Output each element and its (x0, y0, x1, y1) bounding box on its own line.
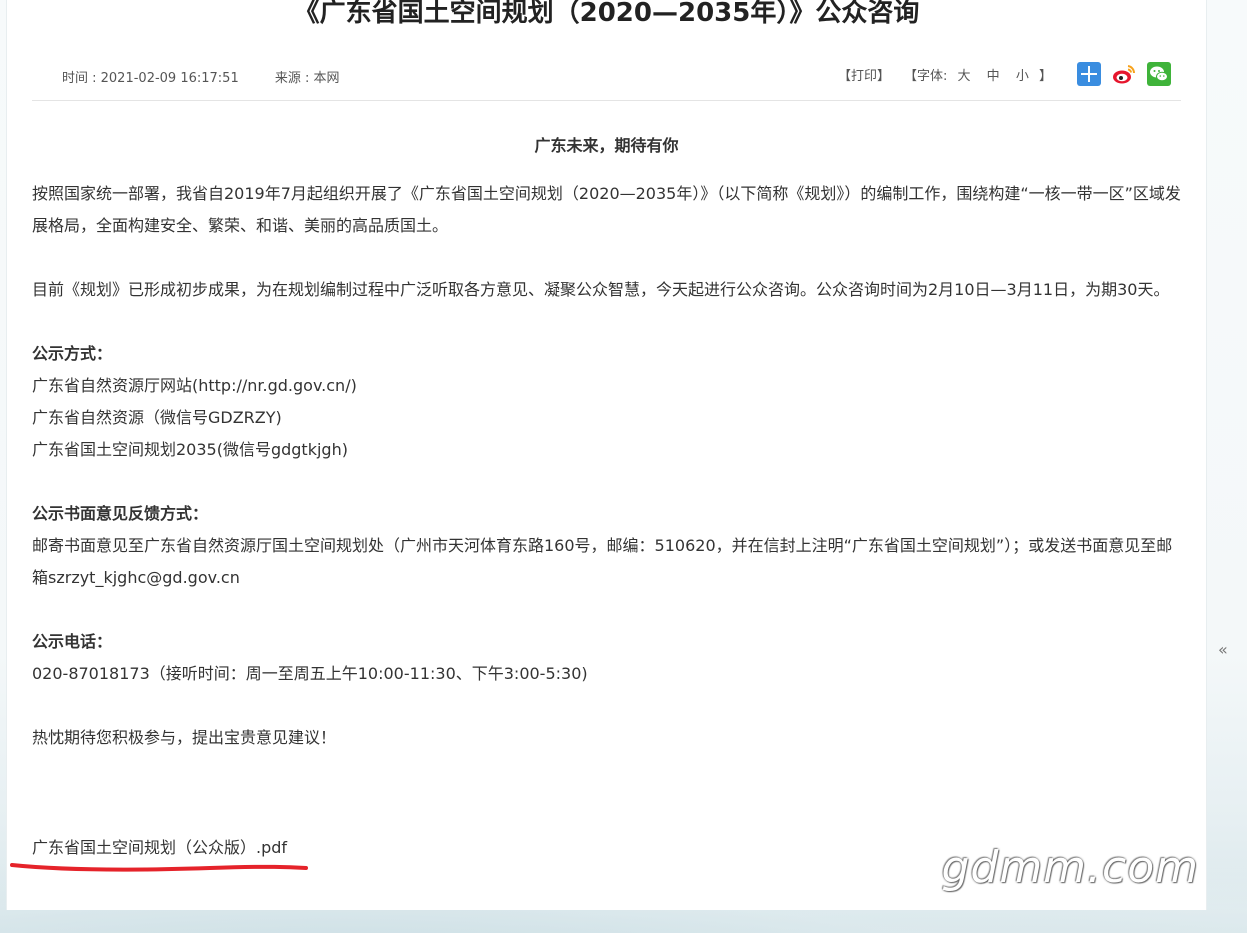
red-underline-annotation (10, 863, 308, 872)
phone-text: 020-87018173（接听时间：周一至周五上午10:00-11:30、下午3… (32, 664, 588, 683)
notice-item: 广东省国土空间规划2035(微信号gdgtkjgh) (32, 440, 348, 459)
font-size-selector: 【字体: 大 中 小 】 (904, 65, 1052, 84)
closing-text: 热忱期待您积极参与，提出宝贵意见建议！ (32, 728, 337, 747)
phone-heading: 公示电话： (32, 632, 113, 651)
share-plus-icon[interactable] (1077, 62, 1101, 86)
article-panel: 《广东省国土空间规划（2020—2035年）》公众咨询 时间 : 2021-02… (6, 0, 1207, 910)
article-meta-info: 时间 : 2021-02-09 16:17:51 来源 : 本网 (62, 67, 372, 86)
feedback-heading: 公示书面意见反馈方式： (32, 504, 209, 523)
article-lead: 广东未来，期待有你 (534, 136, 679, 155)
paragraph-intro: 按照国家统一部署，我省自2019年7月起组织开展了《广东省国土空间规划（2020… (32, 184, 1181, 235)
article-title: 《广东省国土空间规划（2020—2035年）》公众咨询 (293, 0, 920, 28)
font-large-button[interactable]: 大 (958, 69, 971, 84)
article-meta-bar: 时间 : 2021-02-09 16:17:51 来源 : 本网 【打印】 【字… (32, 58, 1181, 101)
article-body: 广东未来，期待有你 按照国家统一部署，我省自2019年7月起组织开展了《广东省国… (32, 130, 1181, 754)
font-small-button[interactable]: 小 (1016, 69, 1029, 84)
font-size-prefix: 【字体: (903, 68, 948, 84)
print-button[interactable]: 【打印】 (838, 65, 890, 84)
paragraph-consultation: 目前《规划》已形成初步成果，为在规划编制过程中广泛听取各方意见、凝聚公众智慧，今… (32, 280, 1170, 299)
weibo-icon[interactable] (1112, 62, 1136, 86)
article-source: 来源 : 本网 (274, 71, 340, 86)
site-watermark: gdmm.com (941, 842, 1199, 893)
notice-heading: 公示方式： (32, 344, 113, 363)
font-size-suffix: 】 (1038, 68, 1052, 84)
font-medium-button[interactable]: 中 (987, 69, 1000, 84)
publish-time: 时间 : 2021-02-09 16:17:51 (62, 71, 239, 86)
notice-item: 广东省自然资源（微信号GDZRZY) (32, 408, 282, 427)
collapse-arrow-icon[interactable]: « (1218, 640, 1228, 659)
article-toolbar: 【打印】 【字体: 大 中 小 】 (838, 62, 1171, 86)
notice-item: 广东省自然资源厅网站(http://nr.gd.gov.cn/) (32, 376, 357, 395)
wechat-icon[interactable] (1147, 62, 1171, 86)
feedback-text: 邮寄书面意见至广东省自然资源厅国土空间规划处（广州市天河体育东路160号，邮编：… (32, 536, 1173, 587)
